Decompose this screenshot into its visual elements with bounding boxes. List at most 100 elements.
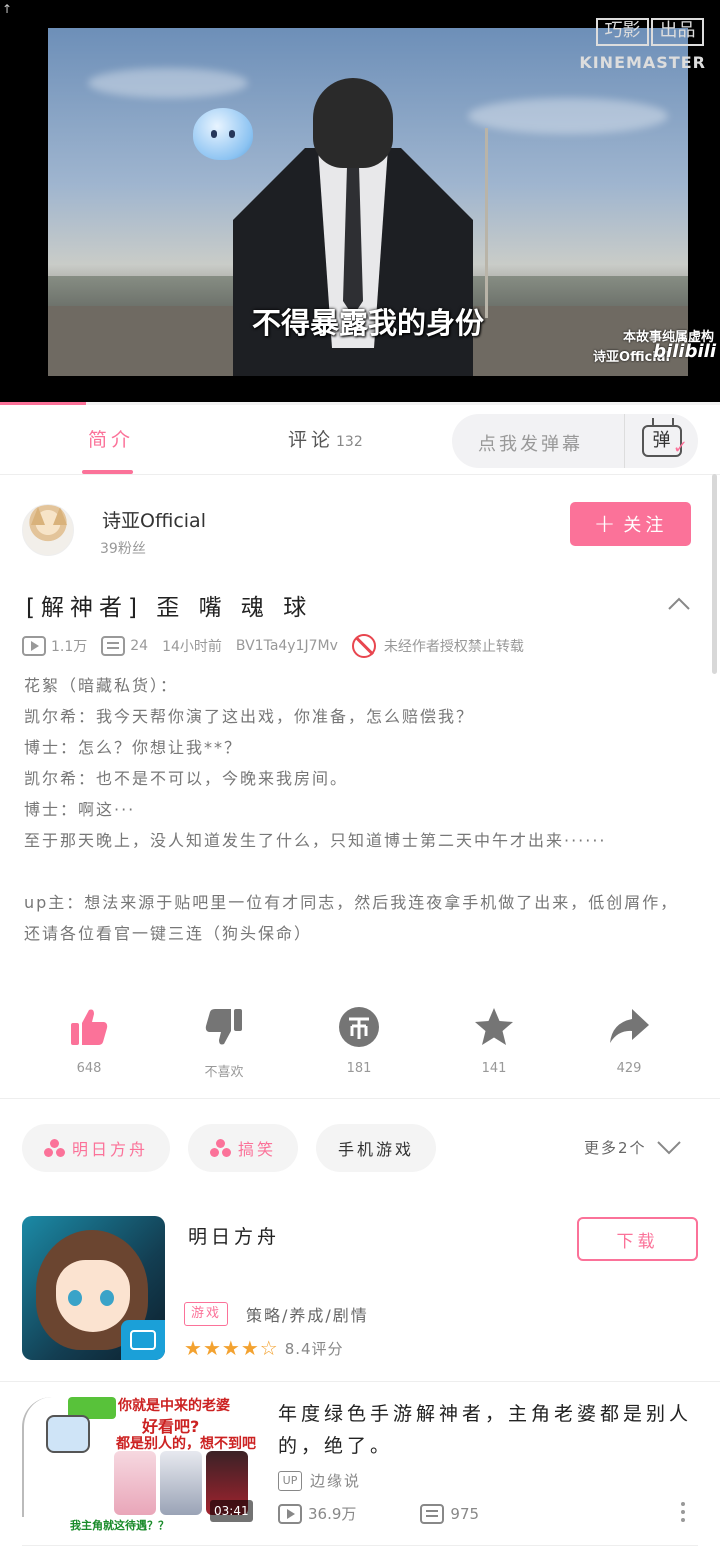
dislike-label: 不喜欢: [204, 1065, 244, 1080]
follow-label: 关注: [623, 515, 668, 536]
back-arrow-icon[interactable]: ↑: [2, 2, 12, 16]
follow-button[interactable]: + 关注: [570, 502, 691, 546]
video-frame[interactable]: 不得暴露我的身份: [48, 28, 688, 376]
game-score: 8.4评分: [284, 1339, 344, 1358]
video-duration: 03:41: [210, 1500, 253, 1522]
no-repost-icon: [351, 634, 376, 658]
star-filled-icon: ★: [184, 1336, 202, 1360]
tab-intro[interactable]: 简介: [88, 425, 134, 452]
related-uploader[interactable]: UP 边缘说: [278, 1470, 361, 1491]
tag-label: 手机游戏: [338, 1140, 415, 1159]
like-count: 648: [76, 1061, 102, 1076]
favorite-button[interactable]: 141: [439, 1005, 549, 1076]
bilibili-logo: bilibili: [653, 341, 716, 362]
action-bar: 648 不喜欢 181 141 429: [0, 1005, 720, 1085]
danmu-placeholder: 点我发弹幕: [478, 434, 583, 455]
star-filled-icon: ★: [202, 1336, 221, 1360]
copyright-notice: 未经作者授权禁止转载: [383, 639, 524, 655]
share-arrow-icon: [574, 1005, 684, 1049]
share-count: 429: [616, 1061, 642, 1076]
flagpole: [485, 128, 488, 318]
more-options-icon[interactable]: [680, 1502, 686, 1524]
related-video-meta: 36.9万 975: [278, 1503, 479, 1524]
danmu-toggle-button[interactable]: 弹 ✓: [624, 414, 698, 468]
coin-icon: [304, 1005, 414, 1049]
game-rating: ★★★★☆ 8.4评分: [184, 1336, 344, 1360]
uploader-name[interactable]: 诗亚Official: [102, 506, 206, 533]
comment-count: 132: [336, 434, 363, 450]
publish-time: 14小时前: [162, 639, 222, 655]
danmaku-count: 24: [130, 638, 149, 654]
coin-button[interactable]: 181: [304, 1005, 414, 1076]
play-count-icon: [278, 1503, 302, 1524]
related-danmaku-count: 975: [450, 1504, 480, 1523]
star-icon: [439, 1005, 549, 1049]
tag-list: 明日方舟 搞笑 手机游戏: [22, 1124, 437, 1172]
channel-dots-icon: [210, 1139, 232, 1157]
rating-stars: ★★★★☆: [184, 1336, 279, 1360]
divider: [22, 1545, 698, 1546]
uploader-fans: 39粉丝: [100, 541, 146, 557]
thumb-caption: 都是别人的，想不到吧: [116, 1436, 256, 1452]
coin-count: 181: [346, 1061, 372, 1076]
check-icon: ✓: [672, 437, 688, 458]
related-view-count: 36.9万: [308, 1505, 357, 1523]
thumb-caption: 我主角就这待遇？？: [70, 1519, 169, 1531]
chevron-down-icon: [656, 1140, 681, 1154]
scrollbar[interactable]: [712, 474, 717, 674]
tag-item[interactable]: 明日方舟: [22, 1124, 171, 1172]
game-app-icon[interactable]: [22, 1216, 165, 1360]
divider: [0, 1098, 720, 1099]
game-name[interactable]: 明日方舟: [188, 1222, 280, 1249]
star-empty-icon: ☆: [259, 1336, 278, 1360]
danmu-input[interactable]: 点我发弹幕 弹 ✓: [452, 414, 698, 468]
video-description: 花絮（暗藏私货）： 凯尔希：我今天帮你演了这出戏，你准备，怎么赔偿我？ 博士：怎…: [24, 676, 679, 943]
up-badge-icon: UP: [278, 1470, 302, 1491]
game-genre: 策略/养成/剧情: [246, 1306, 369, 1325]
divider: [0, 1381, 720, 1382]
star-filled-icon: ★: [240, 1336, 259, 1360]
tab-comments-label: 评论: [288, 429, 335, 451]
thumbs-up-icon: [34, 1005, 144, 1049]
more-tags-button[interactable]: 更多2个: [584, 1137, 681, 1158]
character-art: [114, 1451, 156, 1515]
slime-mini-icon: [46, 1415, 90, 1453]
thumbs-down-icon: [169, 1005, 279, 1049]
tab-comments[interactable]: 评论 132: [288, 425, 363, 452]
dislike-button[interactable]: 不喜欢: [169, 1005, 279, 1080]
bvid: BV1Ta4y1J7Mv: [235, 638, 338, 654]
star-filled-icon: ★: [221, 1336, 240, 1360]
view-count: 1.1万: [51, 639, 88, 655]
channel-dots-icon: [44, 1139, 66, 1157]
tag-label: 搞笑: [238, 1140, 277, 1159]
editor-watermark: 巧影 出品: [596, 18, 704, 46]
slime-face-sticker-icon: [193, 108, 253, 160]
video-title: [解神者] 歪 嘴 魂 球: [26, 595, 313, 621]
plus-icon: +: [593, 509, 616, 539]
download-button[interactable]: 下载: [577, 1217, 698, 1261]
danmaku-icon: [420, 1503, 445, 1524]
related-uploader-name: 边缘说: [310, 1472, 362, 1490]
share-button[interactable]: 429: [574, 1005, 684, 1076]
video-subtitle: 不得暴露我的身份: [251, 306, 484, 340]
bilibili-tv-icon: [121, 1320, 165, 1360]
game-category-badge: 游戏: [184, 1302, 229, 1326]
like-button[interactable]: 648: [34, 1005, 144, 1076]
tag-label: 明日方舟: [72, 1140, 149, 1159]
danmaku-icon: [101, 636, 126, 656]
kinemaster-watermark: KINEMASTER: [579, 53, 706, 72]
favorite-count: 141: [481, 1061, 507, 1076]
cloud-decoration: [88, 68, 248, 98]
video-meta: 1.1万 24 14小时前 BV1Ta4y1J7Mv 未经作者授权禁止转载: [22, 633, 524, 659]
related-video-title[interactable]: 年度绿色手游解神者，主角老婆都是别人的，绝了。: [278, 1398, 698, 1462]
uploader-avatar[interactable]: [22, 504, 74, 556]
cloud-decoration: [468, 98, 668, 134]
tag-item[interactable]: 手机游戏: [316, 1124, 437, 1172]
video-player[interactable]: ↑ 不得暴露我的身份 巧影 出品 KINEMASTER 本故事纯属虚构 诗亚Of…: [0, 0, 720, 404]
chevron-up-icon[interactable]: [668, 593, 690, 615]
more-tags-label: 更多2个: [584, 1139, 647, 1157]
tag-item[interactable]: 搞笑: [188, 1124, 299, 1172]
tab-underline: [82, 470, 133, 474]
character-art: [160, 1451, 202, 1515]
play-count-icon: [22, 636, 46, 656]
